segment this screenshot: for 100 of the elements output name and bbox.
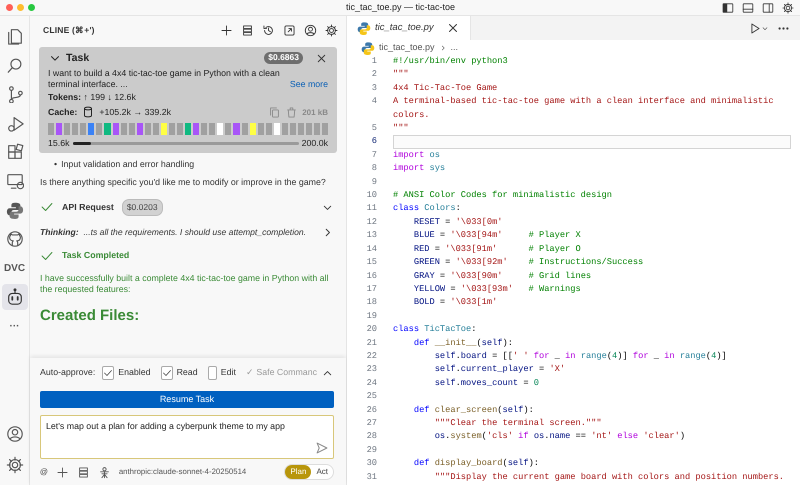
checkpoint-marker[interactable]: [96, 123, 102, 136]
add-button[interactable]: [56, 466, 69, 478]
editor-tab[interactable]: tic_tac_toe.py: [347, 16, 471, 40]
code-line: def display_board(self):: [412, 457, 540, 470]
sidebar-layout-icon[interactable]: [722, 2, 734, 14]
checkpoint-marker[interactable]: [56, 123, 62, 136]
thinking-text: Thinking: ...ts all the requirements. I should use attempt_completion.: [40, 226, 306, 239]
settings-icon: [6, 456, 24, 474]
breadcrumb-item[interactable]: ...: [450, 40, 458, 54]
mention-button[interactable]: @: [40, 466, 48, 478]
line-number: 29: [366, 444, 377, 457]
checkpoint-marker[interactable]: [298, 123, 304, 136]
cache-size: 201 kB: [302, 108, 328, 117]
toolbar-button[interactable]: [241, 24, 254, 36]
checkpoint-marker[interactable]: [209, 123, 216, 136]
checkpoint-marker[interactable]: [72, 123, 78, 136]
activity-button[interactable]: [2, 284, 28, 310]
checkpoint-marker[interactable]: [64, 123, 70, 136]
line-number: 1: [370, 55, 377, 68]
checkbox[interactable]: [160, 366, 173, 380]
check-icon: [103, 368, 114, 378]
checkpoint-marker[interactable]: [104, 123, 110, 136]
checkpoint-marker[interactable]: [322, 123, 328, 136]
code-line: """Clear the terminal screen.""": [434, 416, 603, 430]
checkbox[interactable]: [102, 366, 114, 380]
checkpoint-marker[interactable]: [152, 123, 159, 136]
history-icon: [262, 24, 275, 36]
checkpoint-marker[interactable]: [225, 123, 232, 136]
code-line: RESET = '\033[0m': [412, 216, 504, 229]
stack-button[interactable]: [76, 466, 90, 478]
activity-item[interactable]: DVC: [2, 255, 28, 281]
checkpoint-marker[interactable]: [144, 123, 151, 136]
line-number: 16: [366, 270, 377, 282]
line-number: 11: [366, 202, 377, 216]
plus-icon: [220, 24, 233, 36]
toolbar-button[interactable]: [304, 24, 317, 36]
popout-icon: [283, 24, 296, 36]
split-layout-icon[interactable]: [762, 2, 774, 14]
code-line: RED = '\033[91m' # Player O: [412, 242, 582, 256]
checkpoint-marker[interactable]: [128, 123, 135, 136]
line-number: 17: [366, 282, 377, 296]
activity-item[interactable]: ···: [2, 313, 28, 339]
breadcrumb-item[interactable]: tic_tac_toe.py: [379, 40, 435, 54]
account-icon: [304, 24, 317, 36]
checkpoint-marker[interactable]: [250, 123, 256, 136]
play-bug-icon: [6, 114, 24, 132]
checkpoint-marker[interactable]: [242, 123, 248, 136]
checkpoint-marker[interactable]: [185, 123, 192, 136]
resume-button[interactable]: Resume Task: [40, 391, 334, 408]
code-line: self.current_player = 'X': [434, 363, 566, 376]
delete-button[interactable]: [285, 106, 298, 119]
checkpoint-marker[interactable]: [136, 123, 143, 136]
checkpoint-marker[interactable]: [193, 123, 200, 136]
checkpoint-marker[interactable]: [233, 123, 240, 136]
checkpoint-marker[interactable]: [314, 123, 320, 136]
checkbox[interactable]: [208, 366, 217, 380]
checkpoint-marker[interactable]: [282, 123, 288, 136]
section-heading: Created Files:: [40, 306, 140, 326]
toolbar-button[interactable]: [283, 24, 296, 36]
checkpoint-marker[interactable]: [217, 123, 224, 136]
line-number: 27: [366, 416, 377, 430]
checkpoint-marker[interactable]: [258, 123, 264, 136]
line-number: 2: [370, 68, 377, 82]
code-line: """Display the current game board with colors and position numbers.: [434, 470, 786, 484]
toolbar-button[interactable]: [262, 24, 275, 36]
mode-option[interactable]: Act: [311, 465, 333, 479]
line-number: 12: [366, 216, 377, 229]
line-number: 5: [370, 122, 377, 136]
checkpoint-marker[interactable]: [48, 123, 54, 136]
checkpoint-marker[interactable]: [274, 123, 280, 136]
checkpoint-marker[interactable]: [80, 123, 86, 136]
checkpoint-marker[interactable]: [306, 123, 312, 136]
code-line: #!/usr/bin/env python3: [393, 55, 509, 68]
code-line: YELLOW = '\033[93m' # Warnings: [412, 282, 582, 296]
toolbar-button[interactable]: [325, 24, 338, 36]
checkpoint-marker[interactable]: [290, 123, 296, 136]
checkpoint-marker[interactable]: [201, 123, 208, 136]
panel-layout-icon[interactable]: [742, 2, 754, 14]
checkpoint-marker[interactable]: [112, 123, 119, 136]
checkpoint-marker[interactable]: [168, 123, 175, 136]
checkpoint-marker[interactable]: [177, 123, 184, 136]
copy-icon: [268, 106, 282, 119]
completion-text: I have successfully built a complete 4x4 tic-tac-toe game in Python with all the requested features:: [40, 272, 330, 295]
checkpoint-marker[interactable]: [160, 123, 167, 136]
checkbox-label: Edit: [220, 366, 236, 380]
checkpoint-marker[interactable]: [88, 123, 94, 136]
message-text: Is there anything specific you'd like me to modify or improve in the game?: [40, 176, 327, 188]
copy-button[interactable]: [268, 106, 282, 119]
checkpoint-marker[interactable]: [266, 123, 272, 136]
line-number: 10: [366, 189, 377, 202]
settings-icon[interactable]: [782, 2, 794, 14]
cat-circle-icon: [6, 230, 24, 248]
checkpoint-marker[interactable]: [120, 123, 127, 136]
toolbar-button[interactable]: [220, 24, 233, 36]
message-input[interactable]: Let's map out a plan for adding a cyberpunk theme to my app: [40, 415, 334, 459]
code-line: self.board = [[' ' for _ in range(4)] for _ in range(4)]: [434, 350, 728, 363]
see-more-link[interactable]: See more: [290, 78, 328, 90]
send-icon[interactable]: [315, 441, 329, 455]
line-number: 22: [366, 350, 377, 363]
line-number: 6: [370, 135, 377, 148]
